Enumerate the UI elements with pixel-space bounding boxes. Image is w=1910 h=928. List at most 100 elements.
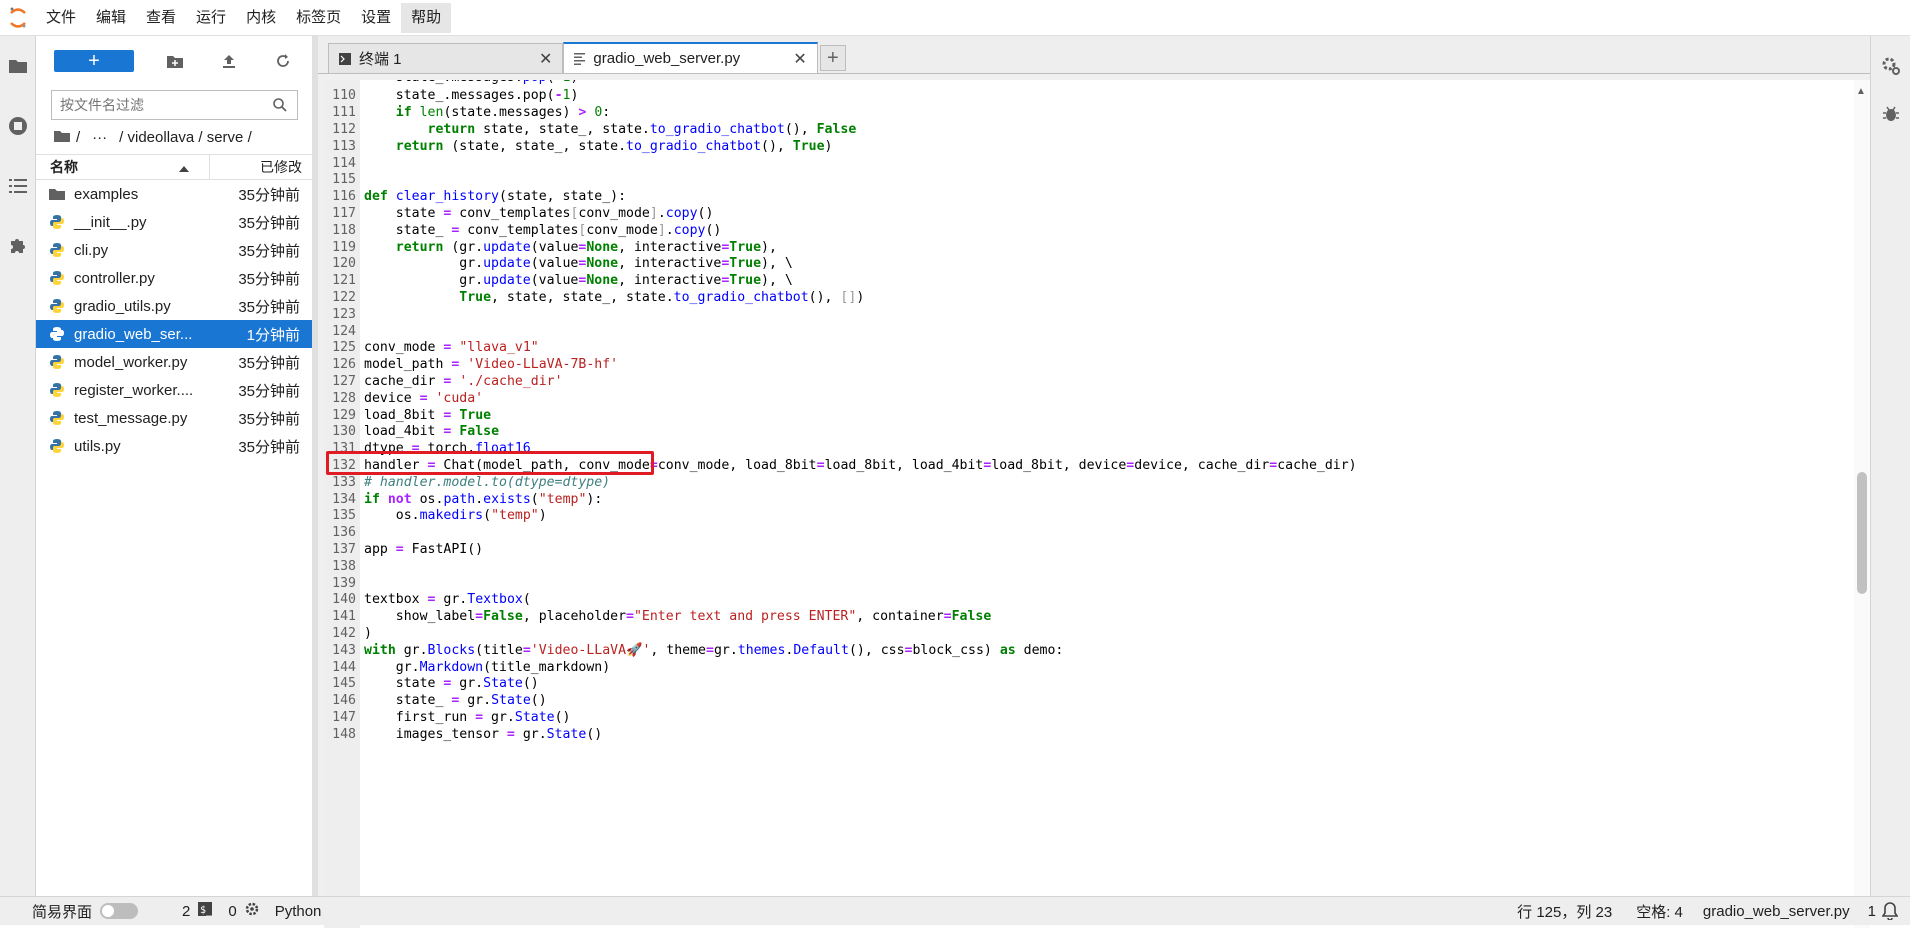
file-modified: 1分钟前 xyxy=(246,326,300,344)
code-text: conv_mode = "llava_v1" xyxy=(364,340,539,356)
editor-area: 终端 1 ✕ gradio_web_server.py ✕ + state_.m… xyxy=(318,36,1870,928)
file-name: utils.py xyxy=(74,437,121,455)
line-number: 134 xyxy=(332,491,356,507)
new-folder-icon[interactable] xyxy=(148,47,202,75)
right-sidebar xyxy=(1870,36,1910,896)
language-status[interactable]: Python xyxy=(275,903,322,920)
status-bar: 简易界面 2 $_ 0 Python 行 125，列 23 空格: 4 grad… xyxy=(0,896,1910,925)
code-text: gr.update(value=None, interactive=True),… xyxy=(364,256,793,272)
code-line: 143 with gr.Blocks(title='Video-LLaVA🚀', … xyxy=(324,643,1824,660)
scroll-up-icon[interactable]: ▲ xyxy=(1856,86,1866,97)
file-modified: 35分钟前 xyxy=(238,298,300,316)
breadcrumb-path[interactable]: / videollava / serve / xyxy=(119,129,252,146)
simple-mode-toggle-group[interactable]: 简易界面 xyxy=(32,901,139,922)
file-list-item[interactable]: examples 35分钟前 xyxy=(36,180,312,208)
file-name: register_worker.... xyxy=(74,381,194,399)
menu-kernel[interactable]: 内核 xyxy=(236,3,286,33)
close-icon[interactable]: ✕ xyxy=(793,49,806,69)
code-line: 115 xyxy=(324,172,1824,189)
python-file-icon xyxy=(36,243,66,257)
menu-file[interactable]: 文件 xyxy=(36,3,86,33)
menu-help[interactable]: 帮助 xyxy=(401,2,452,33)
file-list-item[interactable]: cli.py 35分钟前 xyxy=(36,236,312,264)
column-modified-header[interactable]: 已修改 xyxy=(210,157,312,177)
file-name: examples xyxy=(74,185,139,203)
file-list-item[interactable]: __init__.py 35分钟前 xyxy=(36,208,312,236)
tab-terminal[interactable]: 终端 1 ✕ xyxy=(328,43,564,73)
folder-icon[interactable] xyxy=(0,36,36,96)
code-line: 133 # handler.model.to(dtype=dtype) xyxy=(324,475,1824,492)
new-launcher-button[interactable]: + xyxy=(54,50,134,72)
debugger-bug-icon[interactable] xyxy=(1871,96,1910,132)
line-number: 146 xyxy=(332,693,356,709)
property-inspector-gear-icon[interactable] xyxy=(1871,36,1910,96)
line-number: 147 xyxy=(332,710,356,725)
code-editor[interactable]: state_.messages.pop(-1) 110 state_.messa… xyxy=(324,80,1870,928)
simple-mode-label: 简易界面 xyxy=(32,903,93,921)
file-list-item[interactable]: controller.py 35分钟前 xyxy=(36,264,312,292)
code-text: return (state, state_, state.to_gradio_c… xyxy=(395,138,833,154)
file-list-item[interactable]: utils.py 35分钟前 xyxy=(36,432,312,460)
code-line: 127 cache_dir = './cache_dir' xyxy=(324,374,1824,391)
file-list-item[interactable]: gradio_utils.py 35分钟前 xyxy=(36,292,312,320)
file-browser-toolbar: + xyxy=(36,36,312,86)
breadcrumb-ellipsis[interactable]: ··· xyxy=(92,129,107,146)
vertical-scrollbar[interactable]: ▲ ▼ xyxy=(1854,80,1870,928)
indent-spaces[interactable]: 空格: 4 xyxy=(1636,901,1683,922)
kernels-count: 0 xyxy=(228,902,237,920)
code-line: 119 return (gr.update(value=None, intera… xyxy=(324,240,1824,257)
python-file-icon xyxy=(36,215,66,229)
file-filter-input[interactable] xyxy=(60,97,260,113)
file-list-item[interactable]: model_worker.py 35分钟前 xyxy=(36,348,312,376)
upload-icon[interactable] xyxy=(202,47,256,75)
menu-run[interactable]: 运行 xyxy=(186,3,236,33)
notification-bell-icon[interactable] xyxy=(1882,902,1898,920)
file-list-item[interactable]: gradio_web_ser... 1分钟前 xyxy=(36,320,312,348)
file-name: model_worker.py xyxy=(74,353,188,371)
code-line: 145 state = gr.State() xyxy=(324,676,1824,693)
cursor-position[interactable]: 行 125，列 23 xyxy=(1517,901,1612,922)
code-line-partial: state_.messages.pop(-1) xyxy=(324,80,1824,88)
python-file-icon xyxy=(36,327,66,341)
tab-gradio-web-server[interactable]: gradio_web_server.py ✕ xyxy=(563,42,818,73)
file-list-item[interactable]: test_message.py 35分钟前 xyxy=(36,404,312,432)
column-name-label: 名称 xyxy=(50,159,78,175)
menu-tabs[interactable]: 标签页 xyxy=(286,3,351,33)
scrollbar-thumb[interactable] xyxy=(1857,472,1867,594)
notifications-count: 1 xyxy=(1867,902,1876,920)
file-name: gradio_web_ser... xyxy=(74,325,193,343)
running-kernels-icon[interactable] xyxy=(0,96,36,156)
python-file-icon xyxy=(36,411,66,425)
file-filter-field[interactable] xyxy=(51,90,298,120)
code-text: return (gr.update(value=None, interactiv… xyxy=(395,239,777,255)
menu-settings[interactable]: 设置 xyxy=(351,3,401,33)
line-number: 129 xyxy=(332,407,356,423)
simple-mode-toggle[interactable] xyxy=(100,903,139,919)
file-modified: 35分钟前 xyxy=(238,242,300,260)
extension-puzzle-icon[interactable] xyxy=(0,216,36,276)
code-line: 128 device = 'cuda' xyxy=(324,391,1824,408)
kernels-status[interactable]: 0 xyxy=(228,902,258,920)
breadcrumb-root[interactable]: / xyxy=(76,129,80,146)
close-icon[interactable]: ✕ xyxy=(539,49,552,69)
add-tab-button[interactable]: + xyxy=(819,45,846,71)
code-line: 139 xyxy=(324,576,1824,593)
code-line: 113 return (state, state_, state.to_grad… xyxy=(324,139,1824,156)
file-list-header: 名称 已修改 xyxy=(36,154,312,180)
tab-bar: 终端 1 ✕ gradio_web_server.py ✕ + xyxy=(318,36,1870,74)
menu-edit[interactable]: 编辑 xyxy=(86,3,136,33)
code-line: 136 xyxy=(324,525,1824,542)
file-list-item[interactable]: register_worker.... 35分钟前 xyxy=(36,376,312,404)
table-of-contents-icon[interactable] xyxy=(0,156,36,216)
line-number: 115 xyxy=(332,172,356,188)
terminals-status[interactable]: 2 $_ xyxy=(182,902,213,920)
menu-view[interactable]: 查看 xyxy=(136,3,186,33)
refresh-icon[interactable] xyxy=(256,47,310,75)
file-name: __init__.py xyxy=(74,213,147,231)
tab-label: gradio_web_server.py xyxy=(593,50,741,67)
home-folder-icon[interactable] xyxy=(54,129,70,146)
column-name-header[interactable]: 名称 xyxy=(36,155,210,179)
